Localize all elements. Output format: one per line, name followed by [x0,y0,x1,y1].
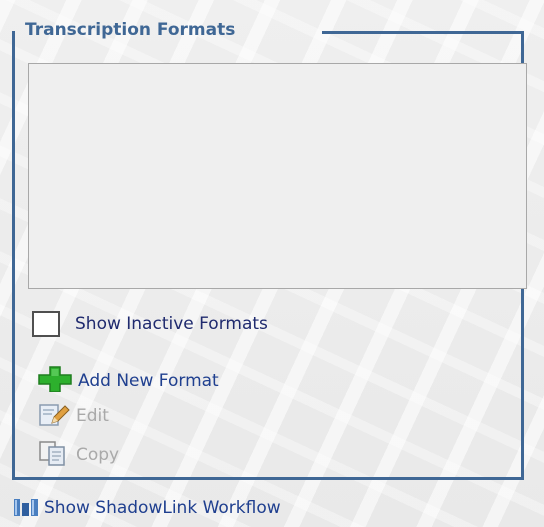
group-border-left-cap [12,31,15,34]
add-new-format-action[interactable]: Add New Format [38,366,219,396]
group-border-right-cap [322,31,524,34]
copy-action[interactable]: Copy [38,440,119,470]
formats-listbox[interactable] [28,63,527,289]
copy-icon[interactable] [38,440,70,470]
plus-icon[interactable] [38,366,72,396]
copy-button[interactable]: Copy [76,445,119,465]
add-new-format-button[interactable]: Add New Format [78,371,219,391]
show-inactive-checkbox[interactable] [32,311,60,337]
edit-action[interactable]: Edit [38,401,109,431]
workflow-bars-icon[interactable] [13,495,39,521]
edit-button[interactable]: Edit [76,406,109,426]
edit-pencil-icon[interactable] [38,401,70,431]
group-legend: Transcription Formats [25,20,236,40]
show-inactive-row[interactable]: Show Inactive Formats [32,311,268,337]
show-shadowlink-workflow-link[interactable]: Show ShadowLink Workflow [44,498,281,518]
show-workflow-link-row[interactable]: Show ShadowLink Workflow [13,495,281,521]
formats-panel-page: Transcription Formats Show Inactive Form… [0,0,544,527]
show-inactive-label[interactable]: Show Inactive Formats [75,314,268,334]
